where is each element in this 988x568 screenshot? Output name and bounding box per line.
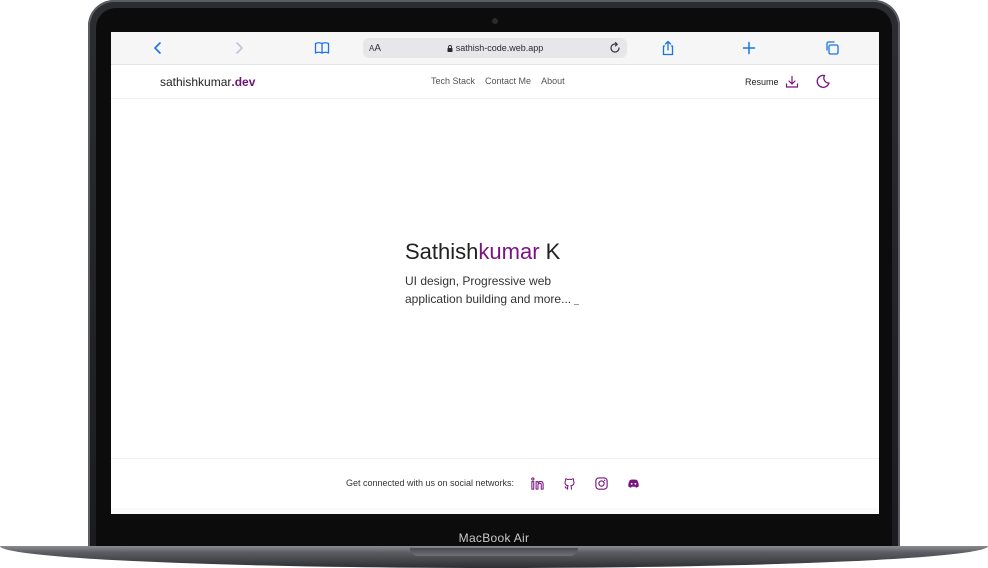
hero-title: Sathishkumar K — [405, 239, 561, 264]
laptop-chin: MacBook Air — [96, 528, 892, 548]
url-text: sathish-code.web.app — [363, 43, 627, 53]
hero-section: Sathishkumar K UI design, Progressive we… — [405, 239, 605, 308]
discord-icon[interactable] — [622, 472, 644, 494]
footer-text: Get connected with us on social networks… — [345, 478, 515, 488]
linkedin-icon[interactable] — [526, 472, 548, 494]
resume-button[interactable]: Resume — [745, 75, 799, 89]
device-label: MacBook Air — [458, 531, 530, 545]
bookmarks-icon[interactable] — [312, 38, 332, 58]
tabs-icon[interactable] — [822, 38, 842, 58]
footer-divider — [111, 508, 879, 514]
browser-toolbar: AA sathish-code.web.app — [111, 32, 879, 65]
download-icon — [785, 75, 798, 88]
instagram-icon[interactable] — [590, 472, 612, 494]
typing-cursor — [574, 304, 580, 305]
moon-icon[interactable] — [815, 73, 831, 89]
laptop-base-notch — [410, 548, 578, 556]
resume-label: Resume — [745, 77, 779, 87]
site-footer: Get connected with us on social networks… — [111, 458, 879, 507]
address-bar[interactable]: AA sathish-code.web.app — [363, 38, 627, 58]
browser-screen: AA sathish-code.web.app sathishkumar.dev… — [111, 32, 879, 514]
lock-icon — [447, 45, 453, 52]
nav-about[interactable]: About — [541, 76, 565, 86]
camera — [492, 18, 498, 24]
nav-tech-stack[interactable]: Tech Stack — [431, 76, 475, 86]
new-tab-icon[interactable] — [739, 38, 759, 58]
nav-contact-me[interactable]: Contact Me — [485, 76, 531, 86]
forward-icon[interactable] — [229, 38, 249, 58]
brand-name: sathishkumar — [160, 75, 232, 89]
github-icon[interactable] — [558, 472, 580, 494]
site-header: sathishkumar.dev Tech Stack Contact Me A… — [111, 65, 879, 99]
brand-tld: .dev — [231, 75, 256, 89]
reload-icon[interactable] — [607, 40, 623, 56]
brand-logo[interactable]: sathishkumar.dev — [160, 75, 255, 89]
share-icon[interactable] — [658, 38, 678, 58]
hero-subtitle: UI design, Progressive web application b… — [405, 272, 585, 308]
site-nav: Tech Stack Contact Me About — [431, 76, 565, 86]
back-icon[interactable] — [148, 38, 168, 58]
